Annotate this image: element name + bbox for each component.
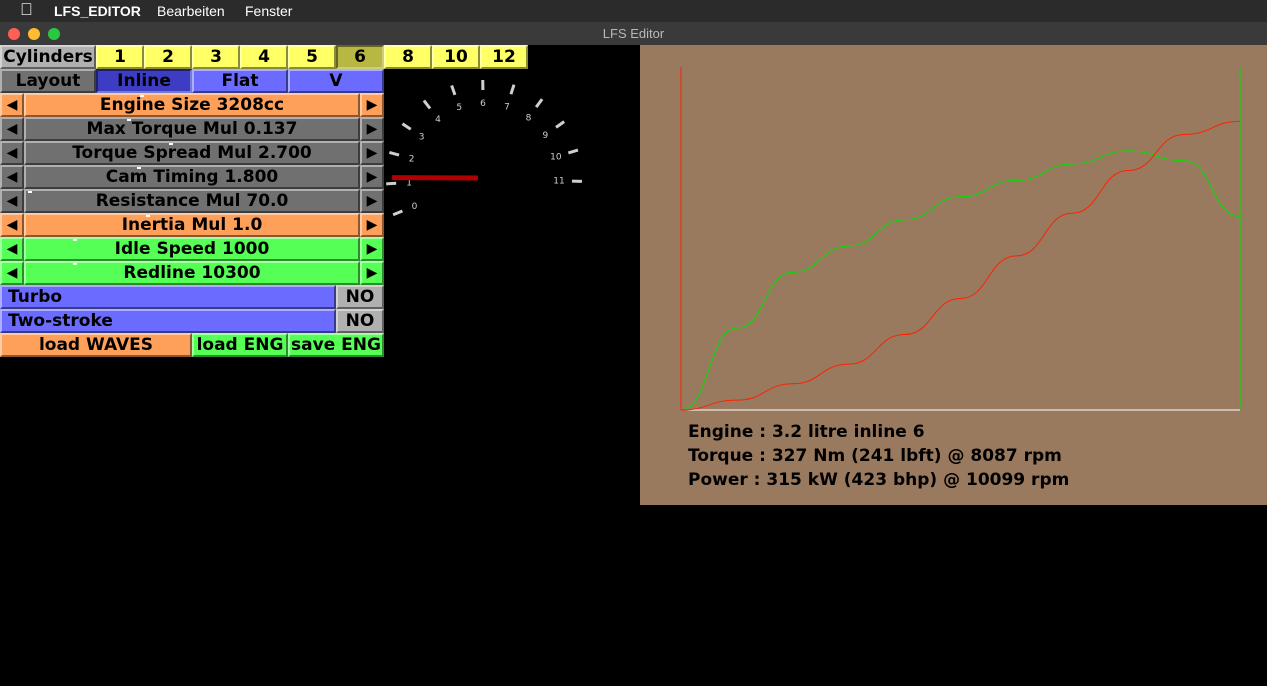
- slider-2[interactable]: Torque Spread Mul 2.700: [24, 141, 360, 165]
- tach-tick: [534, 98, 544, 109]
- load-waves-button[interactable]: load WAVES: [0, 333, 192, 357]
- tach-tick: [555, 120, 566, 129]
- tach-tick-label: 11: [553, 177, 564, 187]
- power-curve: [680, 120, 1241, 411]
- menu-edit[interactable]: Bearbeiten: [157, 3, 225, 19]
- slider-knob[interactable]: [28, 191, 32, 193]
- tach-tick-label: 2: [409, 154, 415, 164]
- slider-increase-button[interactable]: ▶: [360, 189, 384, 213]
- tach-tick: [422, 99, 432, 110]
- cylinder-option-1[interactable]: 1: [96, 45, 144, 69]
- save-eng-button[interactable]: save ENG: [288, 333, 384, 357]
- tach-tick-label: 10: [550, 153, 562, 163]
- tach-tick-label: 5: [456, 103, 462, 113]
- graph-panel: Engine : 3.2 litre inline 6 Torque : 327…: [640, 45, 1267, 505]
- load-eng-button[interactable]: load ENG: [192, 333, 288, 357]
- slider-decrease-button[interactable]: ◀: [0, 141, 24, 165]
- slider-decrease-button[interactable]: ◀: [0, 237, 24, 261]
- layout-option-inline[interactable]: Inline: [96, 69, 192, 93]
- slider-increase-button[interactable]: ▶: [360, 93, 384, 117]
- torque-info-text: Torque : 327 Nm (241 lbft) @ 8087 rpm: [688, 446, 1062, 466]
- slider-label: Torque Spread Mul 2.700: [72, 143, 312, 163]
- slider-decrease-button[interactable]: ◀: [0, 117, 24, 141]
- tach-tick: [509, 84, 516, 95]
- slider-label: Inertia Mul 1.0: [121, 215, 263, 235]
- engine-info-text: Engine : 3.2 litre inline 6: [688, 422, 925, 442]
- tach-tick-label: 4: [435, 115, 441, 125]
- slider-label: Resistance Mul 70.0: [95, 191, 289, 211]
- window-titlebar: LFS Editor: [0, 22, 1267, 46]
- menu-app-name[interactable]: LFS_EDITOR: [54, 3, 141, 19]
- two-stroke-toggle-button[interactable]: NO: [336, 309, 384, 333]
- slider-label: Max Torque Mul 0.137: [86, 119, 298, 139]
- slider-0[interactable]: Engine Size 3208cc: [24, 93, 360, 117]
- menu-window[interactable]: Fenster: [245, 3, 292, 19]
- torque-power-chart: [680, 67, 1241, 411]
- cylinder-option-10[interactable]: 10: [432, 45, 480, 69]
- slider-increase-button[interactable]: ▶: [360, 141, 384, 165]
- menubar:  LFS_EDITOR Bearbeiten Fenster: [0, 0, 1267, 22]
- slider-label: Engine Size 3208cc: [99, 95, 285, 115]
- torque-curve: [680, 150, 1241, 411]
- tach-tick-label: 7: [504, 103, 510, 113]
- tach-tick: [567, 148, 579, 155]
- tach-tick-label: 3: [419, 132, 425, 142]
- tachometer-gauge: 012345 6 7891011: [386, 79, 582, 217]
- slider-increase-button[interactable]: ▶: [360, 117, 384, 141]
- cylinders-label: Cylinders: [0, 45, 96, 69]
- slider-knob[interactable]: [72, 239, 77, 241]
- tach-tick: [401, 122, 412, 131]
- slider-decrease-button[interactable]: ◀: [0, 93, 24, 117]
- slider-increase-button[interactable]: ▶: [360, 213, 384, 237]
- editor-content: Cylinders 1 2 3 4 5 6 8 10 12 Layout Inline Flat V…: [0, 45, 1267, 686]
- slider-1[interactable]: Max Torque Mul 0.137: [24, 117, 360, 141]
- tach-tick: [388, 151, 400, 157]
- slider-5[interactable]: Inertia Mul 1.0: [24, 213, 360, 237]
- slider-decrease-button[interactable]: ◀: [0, 213, 24, 237]
- slider-decrease-button[interactable]: ◀: [0, 189, 24, 213]
- slider-label: Redline 10300: [123, 263, 261, 283]
- slider-4[interactable]: Resistance Mul 70.0: [24, 189, 360, 213]
- slider-increase-button[interactable]: ▶: [360, 261, 384, 285]
- cylinder-option-8[interactable]: 8: [384, 45, 432, 69]
- slider-label: Cam Timing 1.800: [105, 167, 279, 187]
- slider-increase-button[interactable]: ▶: [360, 237, 384, 261]
- tach-tick-label: 0: [412, 202, 418, 212]
- cylinder-option-6[interactable]: 6: [336, 45, 384, 69]
- cylinder-option-5[interactable]: 5: [288, 45, 336, 69]
- slider-knob[interactable]: [136, 167, 141, 169]
- turbo-toggle-button[interactable]: NO: [336, 285, 384, 309]
- tach-tick: [450, 84, 457, 96]
- layout-option-v[interactable]: V: [288, 69, 384, 93]
- slider-7[interactable]: Redline 10300: [24, 261, 360, 285]
- layout-label: Layout: [0, 69, 96, 93]
- slider-6[interactable]: Idle Speed 1000: [24, 237, 360, 261]
- cylinder-option-2[interactable]: 2: [144, 45, 192, 69]
- slider-knob[interactable]: [146, 215, 151, 217]
- tach-tick-label: 8: [526, 114, 532, 124]
- cylinder-option-3[interactable]: 3: [192, 45, 240, 69]
- slider-increase-button[interactable]: ▶: [360, 165, 384, 189]
- slider-knob[interactable]: [127, 119, 132, 121]
- slider-knob[interactable]: [72, 263, 77, 265]
- layout-option-flat[interactable]: Flat: [192, 69, 288, 93]
- tach-tick-label: 6: [480, 99, 486, 109]
- tach-tick: [386, 181, 397, 186]
- cylinder-option-4[interactable]: 4: [240, 45, 288, 69]
- tach-tick: [392, 209, 403, 217]
- two-stroke-label: Two-stroke: [0, 309, 336, 333]
- tach-tick-label: 9: [543, 131, 549, 141]
- slider-decrease-button[interactable]: ◀: [0, 165, 24, 189]
- window-title: LFS Editor: [602, 26, 665, 41]
- slider-knob[interactable]: [168, 143, 173, 145]
- turbo-label: Turbo: [0, 285, 336, 309]
- cylinder-option-12[interactable]: 12: [480, 45, 528, 69]
- power-info-text: Power : 315 kW (423 bhp) @ 10099 rpm: [688, 470, 1070, 490]
- slider-knob[interactable]: [140, 95, 144, 97]
- slider-3[interactable]: Cam Timing 1.800: [24, 165, 360, 189]
- slider-label: Idle Speed 1000: [114, 239, 270, 259]
- slider-decrease-button[interactable]: ◀: [0, 261, 24, 285]
- apple-logo-icon[interactable]: : [20, 0, 33, 20]
